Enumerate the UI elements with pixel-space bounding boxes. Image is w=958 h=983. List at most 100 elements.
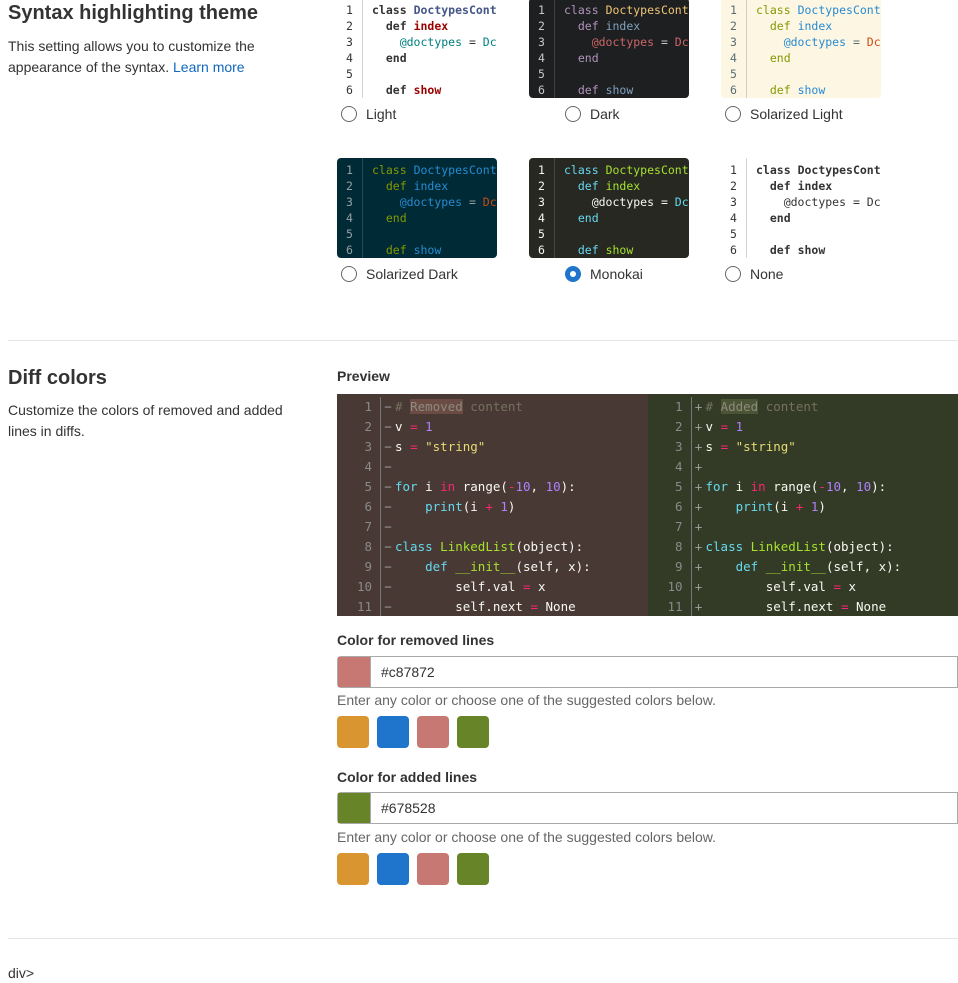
suggested-color-button[interactable]	[457, 853, 489, 885]
code-line: ​ @doctypes = Dc	[372, 34, 497, 50]
theme-preview[interactable]: 123456​class DoctypesCont​ def index​ @d…	[529, 158, 689, 258]
theme-option-solarized-dark[interactable]: 123456​class DoctypesCont​ def index​ @d…	[337, 158, 497, 282]
added-color-field[interactable]	[337, 792, 958, 824]
theme-radio[interactable]: Solarized Dark	[341, 266, 497, 282]
code-token: def	[385, 19, 407, 33]
radio-button[interactable]	[725, 106, 741, 122]
code-token: 1	[735, 419, 744, 434]
theme-option-solarized-light[interactable]: 123456​class DoctypesCont​ def index​ @d…	[721, 0, 881, 122]
code-token: )	[818, 499, 826, 514]
code-token: range(	[455, 479, 508, 494]
radio-button[interactable]	[341, 106, 357, 122]
line-number: 5	[730, 227, 737, 241]
diff-sign: +	[694, 499, 703, 514]
suggested-color-button[interactable]	[417, 853, 449, 885]
diff-code: class LinkedList(object):	[706, 537, 894, 557]
code-line: ​ def show	[756, 82, 881, 98]
diff-sign: −	[384, 559, 392, 574]
suggested-color-button[interactable]	[337, 853, 369, 885]
code-line: ​	[372, 66, 497, 82]
theme-preview[interactable]: 123456​class DoctypesCont​ def index​ @d…	[337, 158, 497, 258]
removed-color-field[interactable]	[337, 656, 958, 688]
removed-color-input[interactable]	[370, 657, 957, 687]
diff-line-number: 5	[648, 477, 692, 497]
line-number: 6	[346, 243, 353, 257]
added-color-input[interactable]	[370, 793, 957, 823]
code-token: end	[769, 211, 791, 225]
code-token: @doctypes	[399, 35, 463, 49]
theme-preview[interactable]: 123456​class DoctypesCont​ def index​ @d…	[337, 0, 497, 98]
code-token: @doctypes	[591, 195, 655, 209]
theme-radio[interactable]: Solarized Light	[725, 106, 881, 122]
theme-radio[interactable]: None	[725, 266, 881, 282]
footer-text: div>	[8, 965, 35, 981]
code-line: ​ def show	[372, 82, 497, 98]
line-numbers: 1 2 3 4 5 6	[529, 158, 555, 258]
line-number: 5	[346, 227, 353, 241]
code-line: ​class DoctypesCont	[564, 2, 689, 18]
radio-button[interactable]	[565, 266, 581, 282]
radio-button[interactable]	[725, 266, 741, 282]
diff-line: 6− print(i + 1)	[337, 497, 648, 517]
code-token: __init__	[455, 559, 516, 574]
code-token: s	[705, 439, 721, 454]
suggested-color-button[interactable]	[377, 853, 409, 885]
suggested-color-button[interactable]	[417, 716, 449, 748]
radio-button[interactable]	[341, 266, 357, 282]
code-line: ​class DoctypesCont	[756, 2, 881, 18]
code-token: Added	[720, 399, 759, 414]
code-line: ​	[756, 66, 881, 82]
radio-button[interactable]	[565, 106, 581, 122]
diff-line: 11− self.next = None	[337, 597, 648, 616]
diff-code: self.next = None	[706, 597, 886, 616]
diff-line-number: 7	[337, 517, 381, 537]
line-number: 6	[538, 83, 545, 97]
theme-preview[interactable]: 123456​class DoctypesCont​ def index​ @d…	[529, 0, 689, 98]
diff-sign: +	[694, 419, 703, 434]
suggested-color-button[interactable]	[457, 716, 489, 748]
diff-sign: −	[384, 419, 392, 434]
theme-preview[interactable]: 123456​class DoctypesCont​ def index​ @d…	[721, 0, 881, 98]
suggested-color-button[interactable]	[377, 716, 409, 748]
theme-radio[interactable]: Dark	[565, 106, 689, 122]
code-token: =	[654, 195, 675, 209]
theme-radio[interactable]: Light	[341, 106, 497, 122]
theme-option-dark[interactable]: 123456​class DoctypesCont​ def index​ @d…	[529, 0, 689, 122]
code-token: end	[385, 51, 407, 65]
line-number: 3	[538, 195, 545, 209]
theme-option-monokai[interactable]: 123456​class DoctypesCont​ def index​ @d…	[529, 158, 689, 282]
code-token: index	[797, 19, 833, 33]
diff-sign: −	[384, 499, 392, 514]
code-token: end	[769, 51, 791, 65]
theme-radio[interactable]: Monokai	[565, 266, 689, 282]
code-token: class	[705, 539, 744, 554]
diff-code: def __init__(self, x):	[706, 557, 902, 577]
code-token: DoctypesCont	[605, 3, 689, 17]
theme-option-none[interactable]: 123456​class DoctypesCont​ def index​ @d…	[721, 158, 881, 282]
removed-color-swatch	[338, 657, 370, 687]
theme-option-light[interactable]: 123456​class DoctypesCont​ def index​ @d…	[337, 0, 497, 122]
diff-sign: −	[384, 599, 392, 614]
line-number: 2	[538, 19, 545, 33]
diff-code: v = 1	[395, 417, 433, 437]
learn-more-link[interactable]: Learn more	[173, 59, 245, 75]
suggested-color-button[interactable]	[337, 716, 369, 748]
line-number: 5	[730, 67, 737, 81]
theme-preview[interactable]: 123456​class DoctypesCont​ def index​ @d…	[721, 158, 881, 258]
diff-code: # Added content	[706, 397, 818, 417]
diff-line-number: 9	[648, 557, 692, 577]
code-token: class	[564, 3, 599, 17]
line-number: 5	[538, 227, 545, 241]
